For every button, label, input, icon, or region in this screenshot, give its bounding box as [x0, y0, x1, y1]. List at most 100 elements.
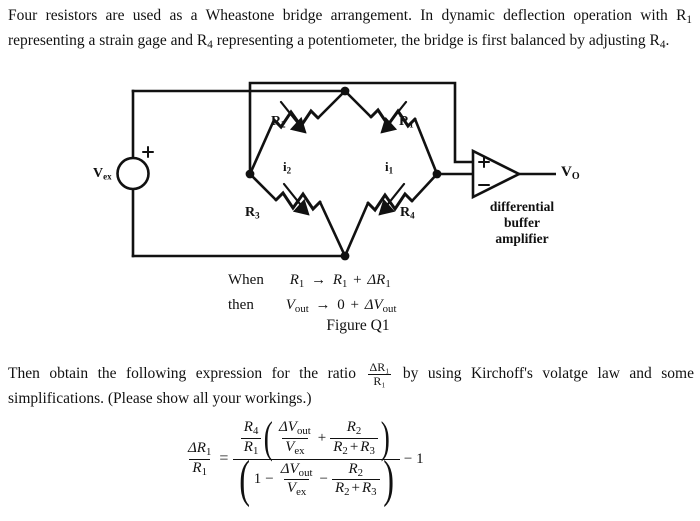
r1-sub: 1	[409, 119, 414, 130]
eq-num-r2-num: R2	[344, 419, 365, 438]
amplifier-triangle	[471, 148, 522, 200]
circuit-figure: Vex R2 R1 R3 R4 i2 i1 VO differential bu…	[0, 80, 700, 270]
eq-minus-one: − 1	[403, 450, 424, 467]
eq-lhs-den-sub: 1	[201, 465, 207, 478]
eq-den-dv-num-base: ΔV	[280, 460, 299, 477]
arm-r4-upper	[410, 172, 439, 203]
when-r-sub: 1	[298, 278, 305, 291]
eq-den-dv-den-base: V	[286, 480, 297, 497]
eq-lhs-num: ΔR1	[185, 440, 214, 459]
resistor-label-r1: R1	[399, 114, 414, 130]
eq-den-r2-sub: 2	[357, 466, 364, 479]
eq-den-r2-num: R2	[345, 461, 366, 480]
intro-line-3a: balanced by adjusting R	[510, 31, 660, 49]
eq-den-r2r3-plus: +	[351, 480, 360, 497]
eq-lhs-den-base: R	[192, 459, 202, 476]
eq-num-r2r3-plus: +	[349, 438, 359, 455]
r2-sub: 2	[281, 119, 286, 130]
junction-dots	[245, 86, 442, 261]
amplifier-symbol	[471, 148, 556, 200]
intro-paragraph: Four resistors are used as a Wheastone b…	[8, 6, 692, 55]
eq-den-r2r3-b: R	[361, 480, 372, 497]
eq-num-r2-base: R	[346, 419, 356, 435]
eq-num-dv-den-sub: ex	[294, 444, 305, 457]
output-label-base: V	[561, 164, 572, 180]
eq-main-denominator: ( 1 − ΔVout Vex − R2 R2 + R3)	[233, 451, 400, 509]
r3-base: R	[245, 205, 256, 220]
eq-main-numerator: R4 R1 ( ΔVout Vex + R2 R2 + R3)	[238, 413, 396, 463]
eq-coef-num-sub: 4	[252, 425, 259, 438]
source-label-base: V	[93, 166, 104, 181]
eq-equals-sign: =	[219, 450, 229, 468]
eq-den-close-paren: )	[382, 451, 394, 509]
when-delta-r-sub: 1	[385, 278, 391, 291]
source-label-sub: ex	[103, 171, 112, 182]
then-keyword: then	[228, 297, 254, 314]
eq-den-dv-num: ΔVout	[278, 461, 316, 480]
resistor-label-r3: R3	[245, 205, 260, 221]
r1-base: R	[399, 114, 410, 129]
eq-num-dv-num-sub: out	[296, 425, 311, 438]
eq-den-minus-2: −	[319, 471, 328, 488]
eq-den-r2r3-a-sub: 2	[344, 486, 350, 499]
eq-main-fraction: R4 R1 ( ΔVout Vex + R2 R2 + R3) (1 − Δ…	[233, 413, 400, 509]
second-paragraph-part-1: Then obtain the following expression for…	[8, 365, 356, 382]
arm-r1-upper	[343, 89, 373, 119]
source-plus-icon	[142, 146, 154, 158]
eq-num-r2-fraction: R2 R2 + R3	[330, 419, 378, 458]
r2-base: R	[271, 114, 282, 129]
when-rhs-r: R	[332, 272, 342, 288]
when-row: When R1 → R1 + ΔR1	[228, 270, 488, 295]
eq-den-r2-den: R2 + R3	[331, 479, 380, 499]
eq-lhs-den: R1	[189, 458, 210, 479]
i1-sub: 1	[388, 165, 394, 176]
eq-den-r2r3-b-sub: 3	[371, 486, 377, 499]
intro-line-2b: representing a strain gage and R	[8, 31, 208, 49]
arm-r3-lower	[318, 200, 347, 258]
eq-num-dv-den-base: V	[285, 438, 295, 455]
figure-caption: Figure Q1	[326, 317, 390, 334]
node-bottom	[340, 251, 350, 261]
when-keyword: When	[228, 272, 264, 288]
eq-num-r2-den: R2 + R3	[330, 437, 378, 458]
r3-sub: 3	[255, 210, 260, 221]
then-delta-v-sub: out	[382, 303, 397, 316]
second-paragraph-part-2: by using Kirchoff's volatge law and some	[402, 365, 694, 382]
eq-den-dv-den: Vex	[283, 479, 310, 499]
inline-ratio-fraction: ΔR₁ R₁	[367, 360, 392, 387]
intro-line-2c: representing a potentiometer, the bridge…	[212, 31, 507, 49]
output-label-sub: O	[571, 170, 580, 182]
r4-sub: 4	[410, 210, 415, 221]
arm-r3-upper	[248, 172, 278, 202]
eq-den-dv-den-sub: ex	[296, 486, 307, 499]
source-label: Vex	[93, 166, 112, 182]
resistor-label-r4: R4	[400, 205, 415, 221]
resistor-label-r2: R2	[271, 114, 286, 130]
then-v-sub: out	[294, 303, 309, 316]
then-plus: +	[350, 297, 359, 314]
when-r: R	[289, 272, 299, 288]
when-arrow: →	[311, 272, 327, 288]
then-arrow: →	[315, 297, 331, 314]
eq-den-dv-num-sub: out	[298, 466, 313, 479]
node-top	[340, 86, 350, 96]
r4-base: R	[400, 205, 411, 220]
arm-r2-upper	[316, 89, 347, 120]
eq-num-close-paren: )	[380, 413, 390, 463]
eq-num-r2r3-b-sub: 3	[369, 444, 375, 457]
eq-coef-den-sub: 1	[252, 444, 259, 457]
eq-den-minus-1: −	[265, 471, 274, 488]
inline-ratio-numerator: ΔR₁	[369, 360, 390, 374]
eq-num-dv-den: Vex	[282, 437, 308, 458]
eq-num-r2r3-a-sub: 2	[342, 444, 348, 457]
intro-line-3b: .	[665, 31, 670, 49]
intro-line-2a: with R	[640, 7, 687, 24]
eq-num-dv-num-base: ΔV	[279, 419, 297, 435]
conditions-block: When R1 → R1 + ΔR1 then Vout → 0 + ΔVout	[228, 270, 488, 320]
intro-sub-r1: 1	[686, 14, 692, 27]
eq-den-r2r3-a: R	[334, 480, 345, 497]
output-label: VO	[561, 164, 580, 182]
eq-den-open-paren: (	[239, 451, 251, 509]
amplifier-caption: differential buffer amplifier	[462, 199, 582, 247]
when-rhs-sub: 1	[342, 278, 348, 291]
